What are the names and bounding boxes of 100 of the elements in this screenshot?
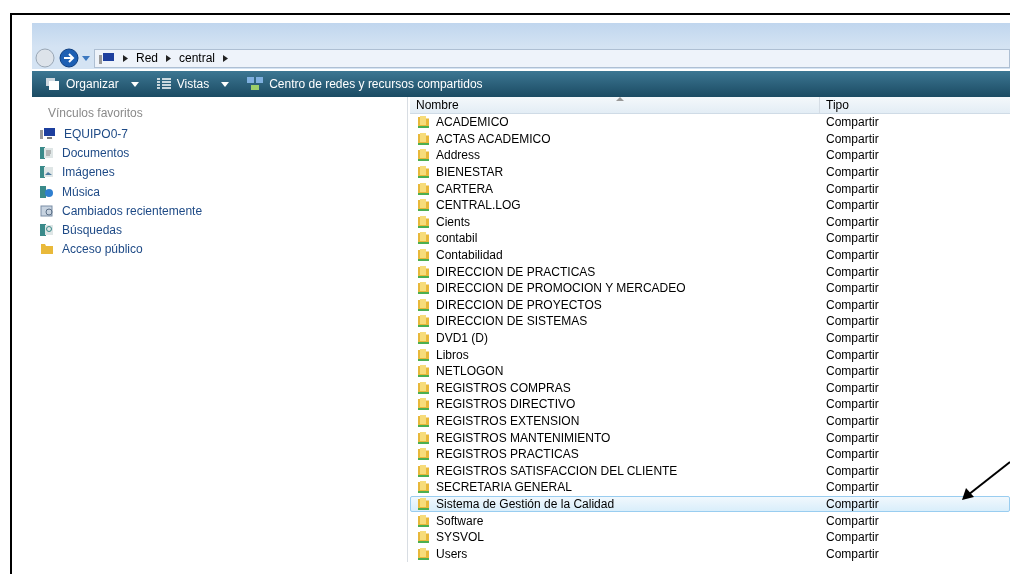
sidebar-item[interactable]: Imágenes bbox=[40, 162, 115, 182]
shared-folder-icon bbox=[417, 546, 430, 561]
file-row[interactable]: ACTAS ACADEMICO Compartir bbox=[410, 130, 1010, 148]
shared-folder-icon bbox=[417, 364, 430, 379]
shared-folder-icon bbox=[417, 231, 430, 246]
file-row[interactable]: ACADEMICO Compartir bbox=[410, 114, 1010, 131]
file-row[interactable]: DIRECCION DE SISTEMAS Compartir bbox=[410, 313, 1010, 330]
file-type: Compartir bbox=[825, 413, 879, 430]
shared-folder-icon bbox=[417, 414, 430, 428]
file-row[interactable]: SECRETARIA GENERAL Compartir bbox=[410, 479, 1010, 496]
address-bar[interactable]: Red central bbox=[94, 48, 1010, 68]
file-name: REGISTROS MANTENIMIENTO bbox=[436, 429, 611, 447]
file-name: BIENESTAR bbox=[436, 164, 504, 182]
file-row[interactable]: Cients Compartir bbox=[410, 213, 1010, 231]
file-name: NETLOGON bbox=[436, 363, 504, 381]
file-type: Compartir bbox=[825, 512, 879, 530]
shared-folder-icon bbox=[417, 148, 430, 163]
file-row[interactable]: CENTRAL.LOG Compartir bbox=[410, 196, 1010, 214]
file-type: Compartir bbox=[825, 230, 879, 248]
toolbar-button[interactable]: Vistas bbox=[154, 73, 232, 95]
file-name: Cients bbox=[436, 213, 470, 231]
sidebar-title: Vínculos favoritos bbox=[48, 105, 143, 122]
file-name: REGISTROS COMPRAS bbox=[436, 379, 571, 397]
recent-folder-icon bbox=[40, 203, 54, 218]
folder-icon bbox=[40, 242, 54, 257]
shared-folder-icon bbox=[417, 248, 430, 263]
forward-button[interactable] bbox=[58, 48, 80, 68]
file-type: Compartir bbox=[825, 462, 879, 480]
column-header[interactable]: Tipo bbox=[820, 97, 1010, 113]
file-row[interactable]: DIRECCION DE PRACTICAS Compartir bbox=[410, 263, 1010, 280]
file-row[interactable]: Software Compartir bbox=[410, 512, 1010, 529]
breadcrumb[interactable]: central bbox=[179, 49, 216, 67]
file-name: SYSVOL bbox=[436, 529, 485, 547]
file-row[interactable]: SYSVOL Compartir bbox=[410, 528, 1010, 546]
file-type: Compartir bbox=[825, 280, 879, 298]
shared-folder-icon bbox=[417, 281, 430, 296]
toolbar-button[interactable]: Organizar bbox=[44, 73, 141, 95]
file-row[interactable]: Contabilidad Compartir bbox=[410, 246, 1010, 264]
shared-folder-icon bbox=[417, 181, 430, 196]
shared-folder-icon bbox=[417, 513, 430, 528]
file-name: REGISTROS SATISFACCION DEL CLIENTE bbox=[436, 462, 678, 480]
file-row[interactable]: REGISTROS DIRECTIVO Compartir bbox=[410, 396, 1010, 413]
shared-folder-icon bbox=[417, 480, 430, 495]
file-type: Compartir bbox=[825, 429, 879, 447]
file-row[interactable]: Users Compartir bbox=[410, 545, 1010, 563]
file-row[interactable]: contabil Compartir bbox=[410, 230, 1010, 247]
file-type: Compartir bbox=[825, 529, 879, 547]
shared-folder-icon bbox=[417, 331, 430, 345]
file-type: Compartir bbox=[825, 545, 879, 563]
shared-folder-icon bbox=[417, 115, 430, 130]
file-row[interactable]: Sistema de Gestión de la Calidad Compartir bbox=[410, 495, 1010, 513]
file-name: Address bbox=[436, 147, 481, 165]
annotation-arrow bbox=[960, 460, 1010, 502]
file-row[interactable]: Address Compartir bbox=[410, 147, 1010, 164]
breadcrumb[interactable]: Red bbox=[136, 49, 158, 67]
sort-arrow-icon bbox=[616, 97, 624, 101]
file-type: Compartir bbox=[825, 197, 879, 215]
file-row[interactable]: REGISTROS PRACTICAS Compartir bbox=[410, 445, 1010, 463]
file-row[interactable]: REGISTROS SATISFACCION DEL CLIENTE Compartir bbox=[410, 462, 1010, 480]
file-row[interactable]: REGISTROS MANTENIMIENTO Compartir bbox=[410, 429, 1010, 446]
file-row[interactable]: REGISTROS COMPRAS Compartir bbox=[410, 379, 1010, 397]
file-row[interactable]: DIRECCION DE PROMOCION Y MERCADEO Compartir bbox=[410, 279, 1010, 297]
sidebar-item[interactable]: Búsquedas bbox=[40, 220, 123, 240]
file-name: Users bbox=[436, 545, 468, 563]
file-name: REGISTROS DIRECTIVO bbox=[436, 396, 576, 414]
history-dropdown-icon[interactable] bbox=[82, 55, 90, 61]
file-row[interactable]: BIENESTAR Compartir bbox=[410, 163, 1010, 181]
file-type: Compartir bbox=[825, 263, 879, 281]
shared-folder-icon bbox=[417, 380, 430, 395]
shared-folder-icon bbox=[417, 214, 430, 229]
chevron-icon bbox=[123, 54, 128, 62]
chevron-icon bbox=[166, 54, 171, 62]
file-row[interactable]: REGISTROS EXTENSION Compartir bbox=[410, 412, 1010, 430]
file-type: Compartir bbox=[825, 296, 879, 314]
toolbar-button[interactable]: Centro de redes y recursos compartidos bbox=[245, 73, 485, 95]
sidebar-item[interactable]: Acceso público bbox=[40, 239, 143, 260]
sidebar-item[interactable]: Música bbox=[40, 181, 100, 202]
file-row[interactable]: CARTERA Compartir bbox=[410, 180, 1010, 197]
file-name: CARTERA bbox=[436, 180, 494, 198]
file-type: Compartir bbox=[825, 180, 879, 198]
file-row[interactable]: DIRECCION DE PROYECTOS Compartir bbox=[410, 296, 1010, 314]
file-name: ACTAS ACADEMICO bbox=[436, 130, 551, 148]
file-row[interactable]: DVD1 (D) Compartir bbox=[410, 329, 1010, 347]
computer-icon bbox=[40, 126, 56, 141]
file-type: Compartir bbox=[825, 247, 879, 265]
file-row[interactable]: NETLOGON Compartir bbox=[410, 362, 1010, 380]
file-type: Compartir bbox=[825, 379, 879, 397]
shared-folder-icon bbox=[417, 264, 430, 279]
chevron-icon bbox=[223, 54, 229, 62]
file-name: CENTRAL.LOG bbox=[436, 197, 521, 215]
sidebar-item[interactable]: Cambiados recientemente bbox=[40, 201, 203, 221]
sidebar-item[interactable]: EQUIPO0-7 bbox=[40, 124, 129, 144]
file-type: Compartir bbox=[825, 114, 879, 132]
file-name: DIRECCION DE PRACTICAS bbox=[436, 263, 596, 281]
file-row[interactable]: Libros Compartir bbox=[410, 346, 1010, 363]
sidebar-item[interactable]: Documentos bbox=[40, 143, 130, 163]
shared-folder-icon bbox=[417, 297, 430, 312]
file-type: Compartir bbox=[825, 164, 879, 182]
views-icon bbox=[156, 78, 171, 90]
shared-folder-icon bbox=[417, 198, 430, 213]
